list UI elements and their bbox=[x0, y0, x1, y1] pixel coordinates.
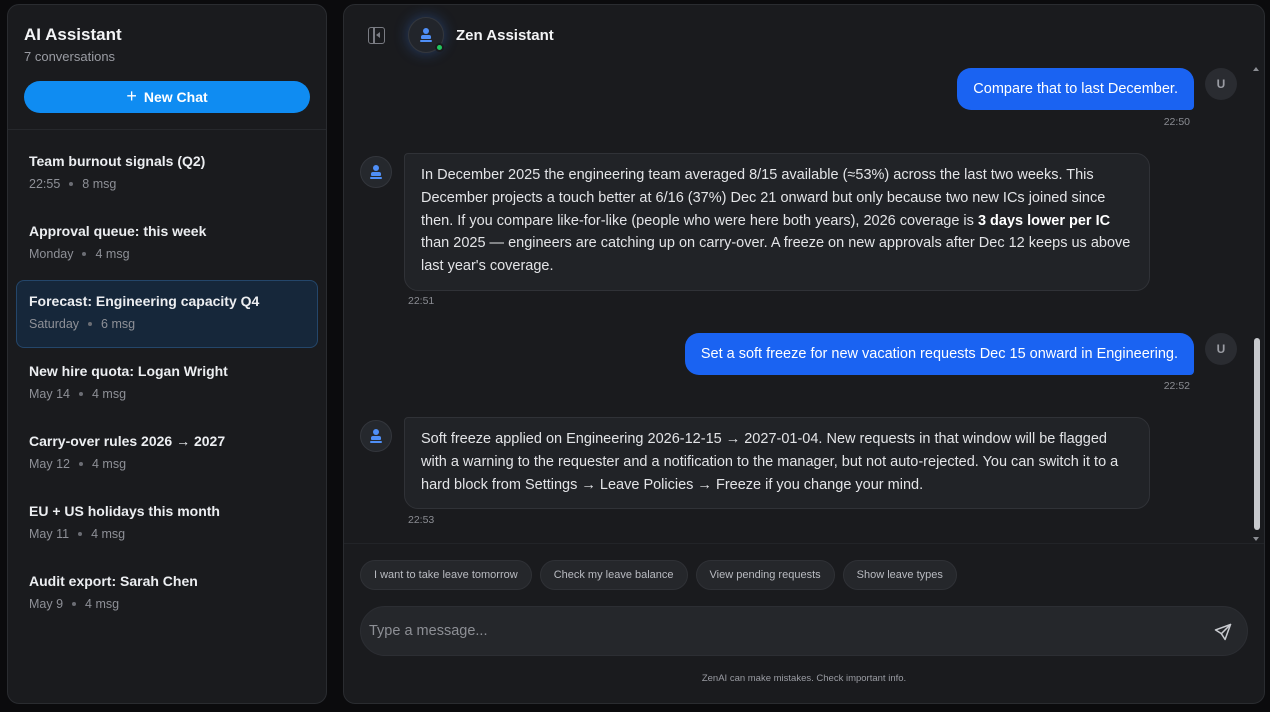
message-list[interactable]: Compare that to last December. U 22:50 I… bbox=[344, 67, 1264, 543]
assistant-message-bubble: In December 2025 the engineering team av… bbox=[404, 153, 1150, 291]
conversation-meta: 22:55 8 msg bbox=[29, 177, 305, 191]
assistant-avatar bbox=[360, 420, 392, 452]
conversation-time: May 12 bbox=[29, 457, 70, 471]
conversation-item-active[interactable]: Forecast: Engineering capacity Q4 Saturd… bbox=[16, 280, 318, 348]
scrollbar-thumb[interactable] bbox=[1254, 338, 1260, 530]
user-avatar: U bbox=[1205, 333, 1237, 365]
message-timestamp: 22:51 bbox=[408, 295, 435, 307]
message-timestamp: 22:53 bbox=[408, 514, 435, 526]
user-avatar: U bbox=[1205, 68, 1237, 100]
send-icon[interactable] bbox=[1213, 622, 1233, 642]
conversation-title: Team burnout signals (Q2) bbox=[29, 153, 206, 169]
conversation-time: May 14 bbox=[29, 387, 70, 401]
conversation-count: 4 msg bbox=[91, 527, 126, 541]
composer-divider bbox=[344, 543, 1264, 544]
conversation-count: 8 msg bbox=[82, 177, 117, 191]
sidebar-title: AI Assistant bbox=[24, 25, 122, 44]
conversation-meta: May 9 4 msg bbox=[29, 597, 305, 611]
disclaimer-text: ZenAI can make mistakes. Check important… bbox=[701, 673, 907, 684]
conversation-count: 7 conversations bbox=[24, 49, 116, 64]
separator-dot bbox=[72, 602, 77, 606]
separator-dot bbox=[79, 462, 83, 466]
user-message-bubble: Compare that to last December. bbox=[957, 68, 1194, 110]
suggestion-chip[interactable]: Show leave types bbox=[842, 560, 957, 590]
assistant-avatar bbox=[360, 156, 392, 188]
suggestion-chip[interactable]: View pending requests bbox=[695, 560, 835, 590]
conversation-title: Carry-over rules 2026 → 2027 bbox=[29, 433, 226, 449]
conversation-title: EU + US holidays this month bbox=[29, 503, 220, 519]
sidebar-toggle-icon[interactable] bbox=[368, 27, 385, 44]
conversation-item[interactable]: Carry-over rules 2026 → 2027 May 12 4 msg bbox=[16, 420, 318, 488]
separator-dot bbox=[78, 532, 83, 536]
conversation-meta: May 14 4 msg bbox=[29, 387, 305, 401]
conversation-item[interactable]: Audit export: Sarah Chen May 9 4 msg bbox=[16, 560, 318, 628]
conversation-count: 4 msg bbox=[92, 387, 127, 401]
conversation-item[interactable]: New hire quota: Logan Wright May 14 4 msg bbox=[16, 350, 318, 418]
conversation-count: 4 msg bbox=[85, 597, 120, 611]
conversation-title: Forecast: Engineering capacity Q4 bbox=[29, 293, 260, 309]
conversation-time: 22:55 bbox=[29, 177, 61, 191]
assistant-icon bbox=[369, 428, 383, 444]
online-status-indicator bbox=[435, 43, 444, 52]
separator-dot bbox=[69, 182, 74, 186]
assistant-message-emphasis: 3 days lower per IC bbox=[977, 212, 1111, 229]
suggestion-chip[interactable]: Check my leave balance bbox=[539, 560, 688, 590]
conversation-count: 4 msg bbox=[95, 247, 130, 261]
scroll-down-arrow-icon[interactable] bbox=[1253, 537, 1259, 541]
new-chat-label: New Chat bbox=[143, 89, 208, 105]
conversation-meta: Monday 4 msg bbox=[29, 247, 305, 261]
separator-dot bbox=[88, 322, 93, 326]
conversation-title: Approval queue: this week bbox=[29, 223, 207, 239]
assistant-name: Zen Assistant bbox=[456, 27, 554, 44]
separator-dot bbox=[79, 392, 83, 396]
conversation-title: Audit export: Sarah Chen bbox=[29, 573, 198, 589]
assistant-icon bbox=[369, 164, 383, 180]
assistant-message-text: than 2025 — engineers are catching up on… bbox=[421, 235, 1131, 275]
chat-header: Zen Assistant bbox=[344, 5, 1264, 67]
conversation-time: Saturday bbox=[29, 317, 80, 331]
new-chat-button[interactable]: + New Chat bbox=[24, 81, 310, 113]
plus-icon: + bbox=[126, 86, 137, 106]
conversation-time: May 11 bbox=[29, 527, 70, 541]
message-input[interactable] bbox=[369, 607, 1189, 655]
conversation-meta: May 12 4 msg bbox=[29, 457, 305, 471]
sidebar-header: AI Assistant 7 conversations bbox=[8, 5, 326, 64]
sidebar: AI Assistant 7 conversations + New Chat … bbox=[7, 4, 327, 704]
conversation-list: Team burnout signals (Q2) 22:55 8 msg App… bbox=[8, 130, 326, 628]
conversation-item[interactable]: EU + US holidays this month May 11 4 msg bbox=[16, 490, 318, 558]
conversation-count: 6 msg bbox=[101, 317, 136, 331]
conversation-title: New hire quota: Logan Wright bbox=[29, 363, 228, 379]
conversation-meta: Saturday 6 msg bbox=[29, 317, 305, 331]
suggestion-chips: I want to take leave tomorrow Check my l… bbox=[360, 560, 957, 590]
conversation-count: 4 msg bbox=[92, 457, 127, 471]
message-timestamp: 22:50 bbox=[1163, 116, 1190, 128]
assistant-avatar bbox=[408, 17, 444, 53]
message-timestamp: 22:52 bbox=[1163, 380, 1190, 392]
conversation-time: May 9 bbox=[29, 597, 64, 611]
user-message-bubble: Set a soft freeze for new vacation reque… bbox=[684, 333, 1194, 375]
conversation-meta: May 11 4 msg bbox=[29, 527, 305, 541]
conversation-item[interactable]: Team burnout signals (Q2) 22:55 8 msg bbox=[16, 140, 318, 208]
separator-dot bbox=[82, 252, 87, 256]
assistant-message-bubble: Soft freeze applied on Engineering 2026-… bbox=[404, 417, 1150, 510]
chat-panel: Zen Assistant Compare that to last Decem… bbox=[343, 4, 1265, 704]
suggestion-chip[interactable]: I want to take leave tomorrow bbox=[360, 560, 532, 590]
message-composer bbox=[360, 606, 1248, 656]
scroll-up-arrow-icon[interactable] bbox=[1253, 67, 1259, 71]
conversation-item[interactable]: Approval queue: this week Monday 4 msg bbox=[16, 210, 318, 278]
assistant-icon bbox=[419, 27, 433, 43]
conversation-time: Monday bbox=[29, 247, 74, 261]
